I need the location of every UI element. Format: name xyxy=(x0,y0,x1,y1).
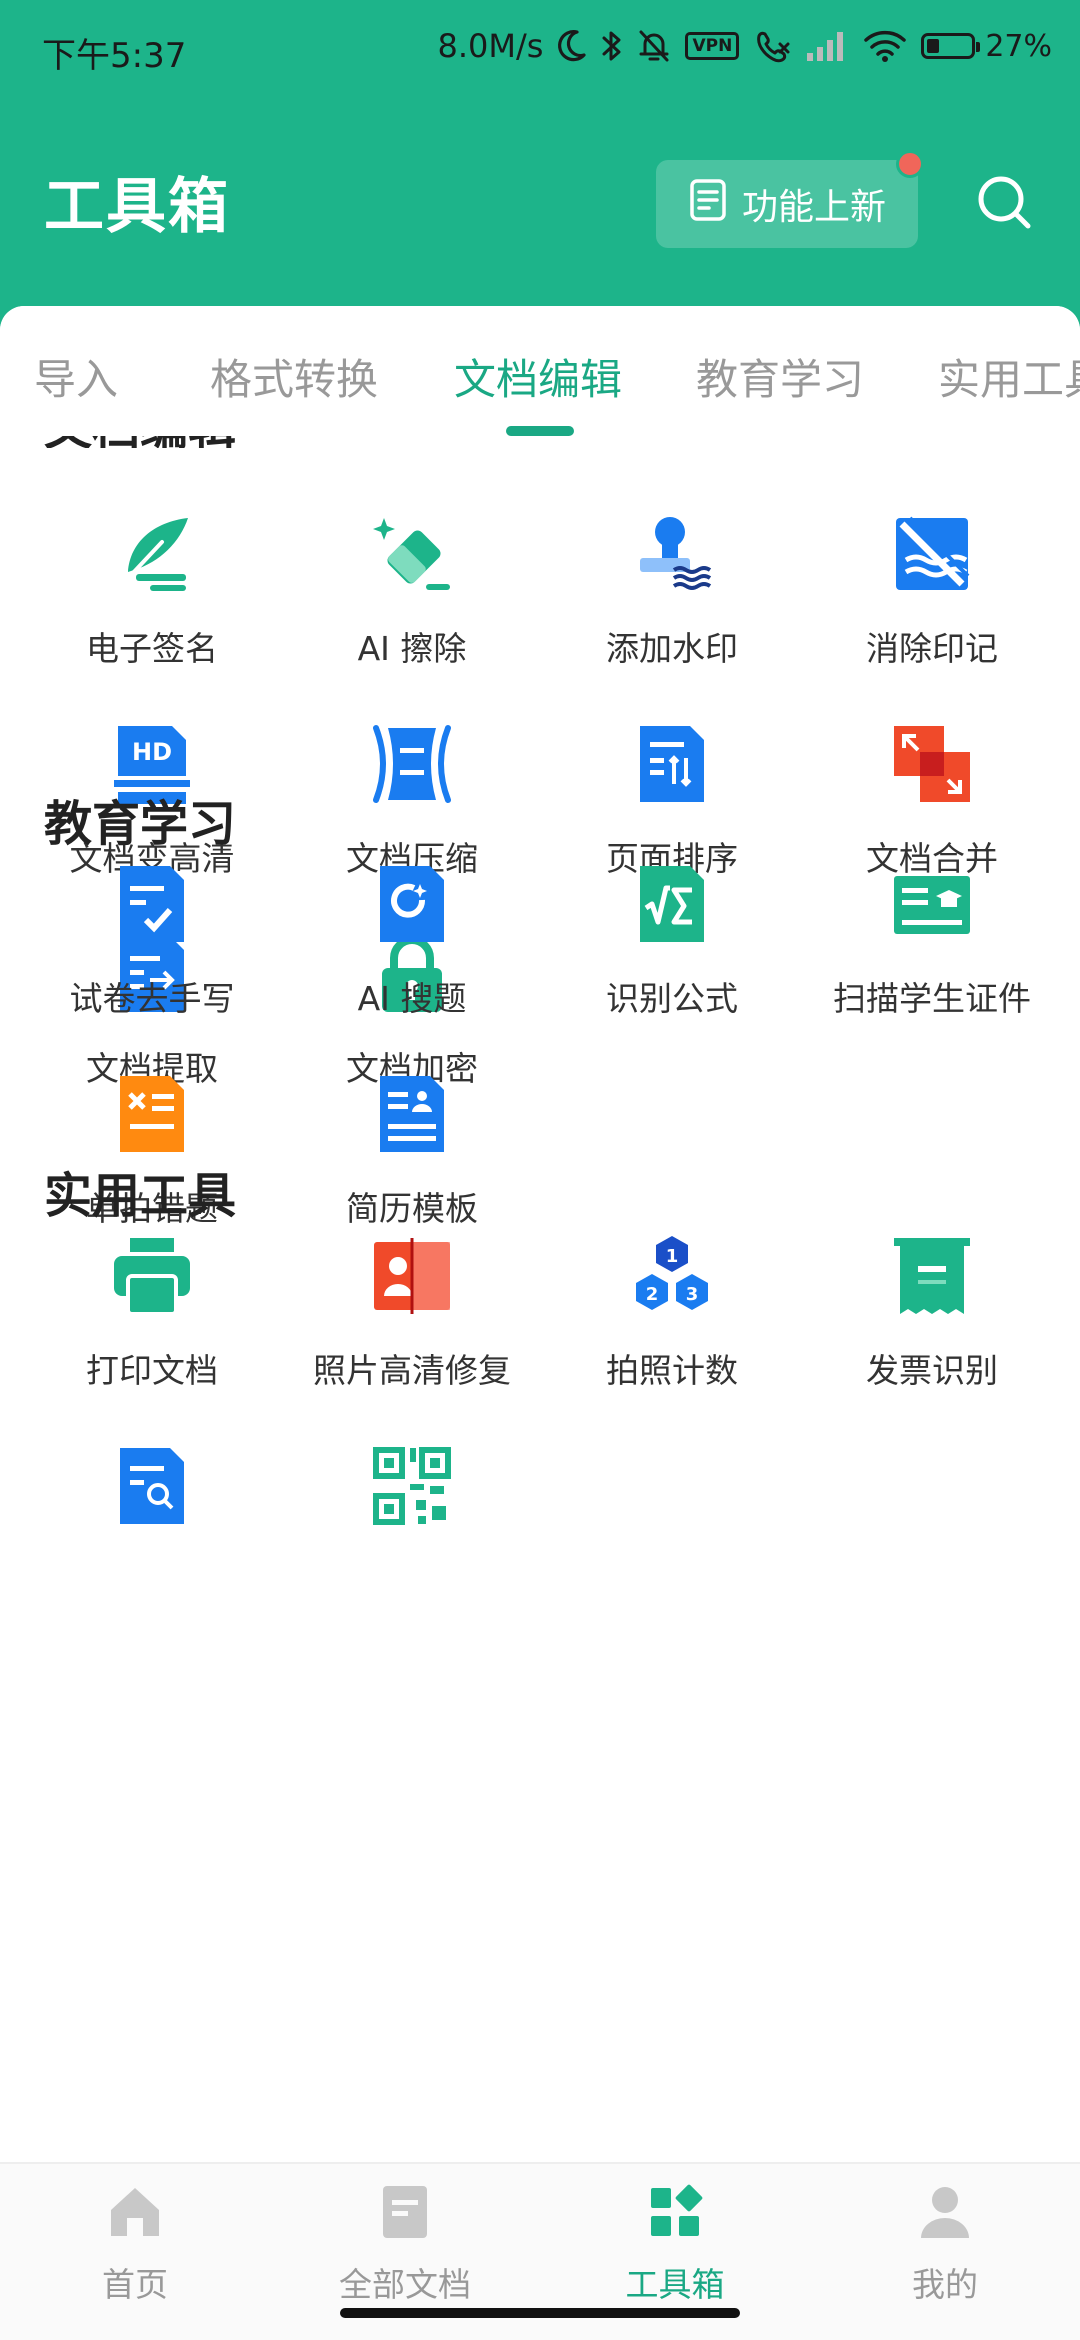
remove-mark-icon xyxy=(890,512,974,596)
user-icon xyxy=(913,2180,977,2244)
nav-home[interactable]: 首页 xyxy=(0,2180,270,2306)
tool-label: 打印文档 xyxy=(86,1351,218,1390)
page-title: 工具箱 xyxy=(44,172,230,242)
battery-percent: 27% xyxy=(985,28,1052,64)
app-header: 工具箱 功能上新 xyxy=(0,96,1080,306)
bluetooth-icon xyxy=(601,28,623,64)
new-features-button[interactable]: 功能上新 xyxy=(656,150,924,248)
tool-ai-erase[interactable]: AI 擦除 xyxy=(282,512,542,712)
tool-qr-code[interactable] xyxy=(282,1444,542,1644)
status-time: 下午5:37 xyxy=(42,36,187,76)
new-features-label: 功能上新 xyxy=(741,187,886,228)
exam-check-icon xyxy=(110,862,194,946)
tool-label: 试卷去手写 xyxy=(69,979,235,1018)
wifi-icon xyxy=(863,29,907,63)
document-search-icon xyxy=(110,1444,194,1528)
resume-icon xyxy=(370,1072,454,1156)
section-title-utility: 实用工具 xyxy=(44,1168,237,1224)
category-tabs: 导入 格式转换 文档编辑 教育学习 实用工具 xyxy=(0,306,1080,436)
screen: 下午5:37 8.0M/s VPN 27% 工具箱 功能上新 导入 格式转换 文… xyxy=(0,0,1080,2340)
tool-label: 照片高清修复 xyxy=(313,1351,511,1390)
tab-utility[interactable]: 实用工具 xyxy=(938,346,1080,407)
tab-import[interactable]: 导入 xyxy=(34,346,118,407)
home-icon xyxy=(103,2180,167,2244)
printer-icon xyxy=(110,1234,194,1318)
tool-label: 消除印记 xyxy=(866,629,998,668)
call-forward-icon xyxy=(753,28,791,64)
battery-icon xyxy=(921,33,981,59)
section-title-education: 教育学习 xyxy=(44,796,237,852)
tool-label: 发票识别 xyxy=(866,1351,998,1390)
tool-label: 电子签名 xyxy=(86,629,218,668)
tool-scan-student-id[interactable]: 扫描学生证件 xyxy=(802,862,1062,1062)
merge-icon xyxy=(890,722,974,806)
tool-photo-restore[interactable]: 照片高清修复 xyxy=(282,1234,542,1434)
student-id-icon xyxy=(890,862,974,946)
qr-code-icon xyxy=(370,1444,454,1528)
invoice-icon xyxy=(890,1234,974,1318)
tool-label: 简历模板 xyxy=(346,1189,478,1228)
tool-ai-search-question[interactable]: AI 搜题 xyxy=(282,862,542,1062)
status-icons: 8.0M/s VPN 27% xyxy=(438,24,1052,68)
nav-label: 首页 xyxy=(102,2265,168,2304)
sort-document-icon xyxy=(630,722,714,806)
compress-icon xyxy=(370,722,454,806)
tab-indicator xyxy=(506,426,574,436)
tool-label: 扫描学生证件 xyxy=(833,979,1031,1018)
tool-e-signature[interactable]: 电子签名 xyxy=(22,512,282,712)
tool-document-search[interactable] xyxy=(22,1444,282,1644)
search-icon xyxy=(974,172,1034,236)
stamp-watermark-icon xyxy=(630,512,714,596)
tab-document-edit[interactable]: 文档编辑 xyxy=(454,346,622,407)
signature-quill-icon xyxy=(110,512,194,596)
eraser-sparkle-icon xyxy=(370,512,454,596)
moon-icon xyxy=(557,29,587,63)
tool-label: AI 擦除 xyxy=(357,629,467,668)
tool-label: 拍照计数 xyxy=(606,1351,738,1390)
nav-label: 全部文档 xyxy=(339,2265,471,2304)
signal-icon xyxy=(805,29,849,63)
formula-icon xyxy=(630,862,714,946)
ai-search-icon xyxy=(370,862,454,946)
tool-invoice-recognition[interactable]: 发票识别 xyxy=(802,1234,1062,1434)
home-indicator[interactable] xyxy=(340,2308,740,2318)
tool-remove-handwriting[interactable]: 试卷去手写 xyxy=(22,862,282,1062)
nav-profile[interactable]: 我的 xyxy=(810,2180,1080,2306)
nav-toolbox[interactable]: 工具箱 xyxy=(540,2180,810,2306)
nav-label: 我的 xyxy=(912,2265,978,2304)
tool-label: AI 搜题 xyxy=(357,979,467,1018)
tool-label: 识别公式 xyxy=(606,979,738,1018)
battery-indicator: 27% xyxy=(921,29,1052,64)
notification-dot xyxy=(896,150,924,178)
svg-text:3: 3 xyxy=(686,1284,699,1305)
tool-label: 添加水印 xyxy=(606,629,738,668)
tab-education[interactable]: 教育学习 xyxy=(696,346,864,407)
bell-muted-icon xyxy=(637,28,671,64)
tab-format-convert[interactable]: 格式转换 xyxy=(210,346,378,407)
tool-print-document[interactable]: 打印文档 xyxy=(22,1234,282,1434)
status-bar: 下午5:37 8.0M/s VPN 27% xyxy=(0,0,1080,96)
vpn-icon: VPN xyxy=(685,32,740,60)
tool-recognize-formula[interactable]: 识别公式 xyxy=(542,862,802,1062)
tool-add-watermark[interactable]: 添加水印 xyxy=(542,512,802,712)
nav-all-documents[interactable]: 全部文档 xyxy=(270,2180,540,2306)
wrong-question-icon xyxy=(110,1072,194,1156)
svg-text:1: 1 xyxy=(666,1246,679,1267)
network-speed: 8.0M/s xyxy=(437,27,544,65)
tools-content: 导入 格式转换 文档编辑 教育学习 实用工具 文档编辑 电子签名 AI 擦除 xyxy=(0,306,1080,2162)
photo-restore-icon xyxy=(370,1234,454,1318)
svg-text:2: 2 xyxy=(646,1284,659,1305)
count-cubes-icon: 12 3 xyxy=(630,1234,714,1318)
document-list-icon xyxy=(688,178,728,231)
toolbox-grid-icon xyxy=(643,2180,707,2244)
svg-text:HD: HD xyxy=(132,738,172,766)
tool-remove-marks[interactable]: 消除印记 xyxy=(802,512,1062,712)
search-button[interactable] xyxy=(966,166,1042,242)
document-icon xyxy=(373,2180,437,2244)
nav-label: 工具箱 xyxy=(625,2265,725,2304)
tool-photo-count[interactable]: 12 3 拍照计数 xyxy=(542,1234,802,1434)
